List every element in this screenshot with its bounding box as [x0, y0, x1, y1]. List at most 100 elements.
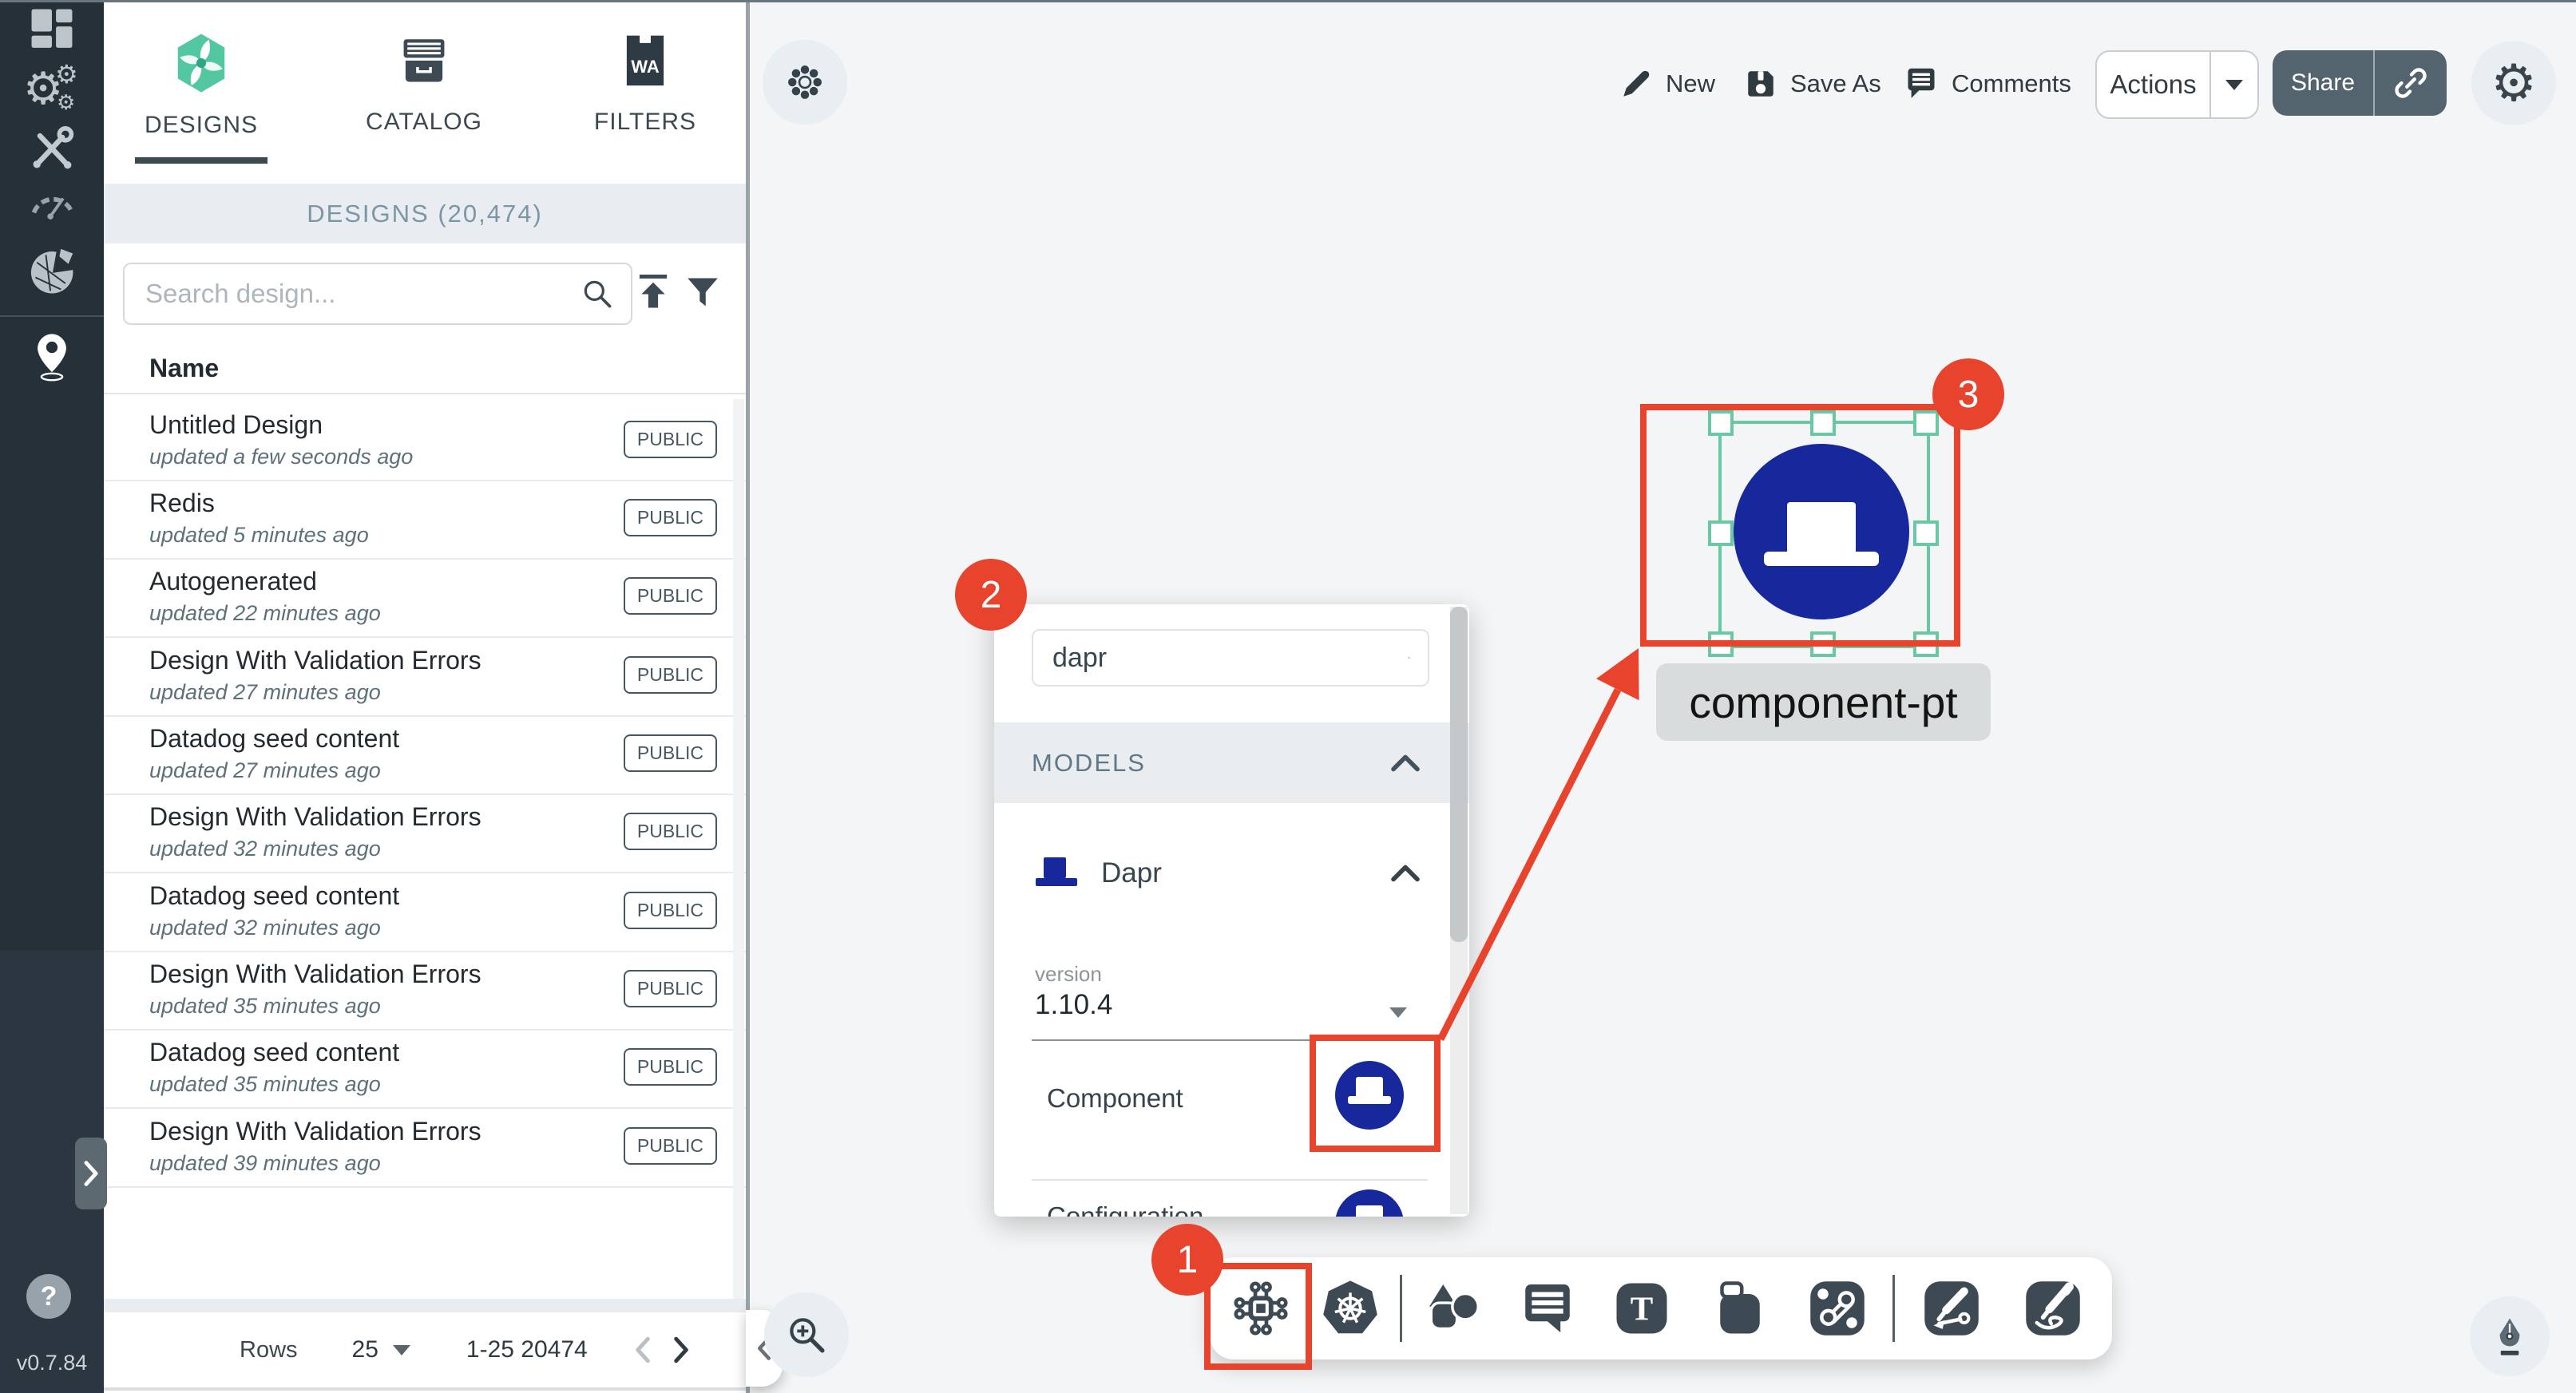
next-page-button[interactable] — [668, 1334, 695, 1366]
prev-page-button[interactable] — [629, 1334, 656, 1366]
zoom-in-icon — [784, 1312, 829, 1357]
design-list-scrollbar[interactable] — [733, 399, 744, 1299]
designs-count-header: DESIGNS (20,474) — [104, 184, 746, 243]
configuration-item-label: Configuration — [1047, 1201, 1203, 1217]
dashboard-grid-icon[interactable] — [26, 4, 77, 55]
design-list-item[interactable]: Redis updated 5 minutes ago PUBLIC — [104, 480, 746, 560]
settings-gears-icon[interactable]: ⚙ ⚙ ⚙ — [26, 65, 77, 116]
component-item-label: Component — [1047, 1083, 1183, 1114]
tab-designs-label: DESIGNS — [145, 112, 258, 139]
rows-per-page-select[interactable]: 25 — [352, 1336, 378, 1363]
save-as-button[interactable]: Save As — [1744, 64, 1881, 104]
annotation-step-2: 2 — [955, 559, 1027, 631]
comments-button[interactable]: Comments — [1904, 64, 2071, 104]
design-list-item[interactable]: Autogenerated updated 22 minutes ago PUB… — [104, 558, 746, 638]
annotation-box-canvas-node — [1640, 404, 1960, 647]
design-search-box[interactable] — [123, 263, 632, 325]
chevron-up-icon[interactable] — [1389, 751, 1421, 775]
upload-design-icon[interactable] — [632, 271, 674, 313]
version-caret-icon[interactable] — [1389, 1007, 1407, 1018]
design-list-item[interactable]: Datadog seed content updated 27 minutes … — [104, 715, 746, 795]
models-section-label: MODELS — [1032, 749, 1389, 778]
performance-gauge-icon[interactable] — [26, 180, 77, 231]
rows-per-page-caret-icon[interactable] — [393, 1345, 410, 1355]
actions-button[interactable]: Actions — [2095, 50, 2259, 119]
visibility-badge: PUBLIC — [624, 499, 717, 536]
svg-text:WA: WA — [631, 57, 660, 77]
sidebar-expand-handle[interactable] — [75, 1138, 107, 1209]
pencil-icon — [1619, 67, 1653, 101]
table-header-divider — [104, 393, 746, 394]
zoom-in-button[interactable] — [764, 1292, 849, 1377]
node-label: component-pt — [1656, 663, 1991, 741]
version-select[interactable]: 1.10.4 — [1035, 989, 1112, 1021]
clear-search-icon[interactable] — [1408, 643, 1410, 672]
text-tool-icon[interactable]: T — [1611, 1278, 1672, 1339]
tab-designs[interactable]: DESIGNS — [113, 32, 289, 160]
pen-mode-button[interactable] — [2470, 1296, 2550, 1376]
annotation-step-3: 3 — [1932, 358, 2004, 430]
chevron-up-icon[interactable] — [1389, 861, 1421, 885]
new-design-button[interactable]: New — [1619, 64, 1715, 104]
tab-catalog[interactable]: CATALOG — [336, 32, 512, 160]
model-item-dapr[interactable]: Dapr — [994, 803, 1469, 943]
note-tool-icon[interactable] — [1710, 1278, 1770, 1339]
kubernetes-icon[interactable] — [1320, 1278, 1381, 1339]
share-button[interactable]: Share — [2273, 50, 2447, 116]
catalog-archive-icon — [394, 32, 454, 91]
model-panel-scrollbar-thumb[interactable] — [1450, 607, 1468, 942]
design-name: Design With Validation Errors — [149, 1117, 482, 1146]
app-sidebar: ⚙ ⚙ ⚙ — [0, 0, 104, 1393]
freehand-pencil-icon[interactable] — [2023, 1278, 2083, 1339]
design-updated: updated 35 minutes ago — [149, 1072, 381, 1097]
version-label: version — [1035, 962, 1102, 987]
toolbar-divider — [1400, 1275, 1402, 1342]
design-list-item[interactable]: Datadog seed content updated 32 minutes … — [104, 873, 746, 952]
annotation-box-component-item — [1310, 1035, 1441, 1152]
link-edge-icon[interactable] — [1807, 1278, 1868, 1339]
copy-link-button[interactable] — [2375, 65, 2447, 101]
svg-text:T: T — [1631, 1291, 1654, 1328]
design-list-item[interactable]: Datadog seed content updated 35 minutes … — [104, 1029, 746, 1109]
dapr-configuration-icon[interactable] — [1335, 1189, 1404, 1217]
visibility-badge: PUBLIC — [624, 577, 717, 615]
comment-icon — [1904, 66, 1939, 101]
meshmap-pin-icon[interactable] — [26, 331, 77, 382]
mesh-dots-button[interactable] — [763, 40, 847, 125]
help-button[interactable]: ? — [26, 1274, 71, 1319]
actions-dropdown-toggle[interactable] — [2211, 80, 2257, 90]
design-updated: updated 27 minutes ago — [149, 758, 381, 783]
shapes-icon[interactable] — [1423, 1278, 1484, 1339]
visibility-badge: PUBLIC — [624, 892, 717, 929]
design-updated: updated a few seconds ago — [149, 445, 413, 469]
component-list-divider — [1032, 1179, 1428, 1181]
design-name: Design With Validation Errors — [149, 646, 482, 675]
comment-bubble-icon[interactable] — [1517, 1278, 1578, 1339]
design-list-item[interactable]: Design With Validation Errors updated 32… — [104, 793, 746, 873]
model-item-dapr-label: Dapr — [1101, 857, 1389, 889]
models-section-header[interactable]: MODELS — [994, 722, 1469, 803]
model-search-box[interactable] — [1032, 629, 1429, 687]
tab-filters-label: FILTERS — [594, 109, 696, 136]
tab-catalog-label: CATALOG — [366, 109, 482, 136]
wasm-filter-icon: WA — [616, 32, 675, 91]
tab-filters[interactable]: WA FILTERS — [557, 32, 733, 160]
help-question-icon: ? — [41, 1281, 57, 1312]
new-design-label: New — [1666, 69, 1715, 98]
panel-resize-divider[interactable] — [746, 0, 750, 1393]
design-list-item[interactable]: Design With Validation Errors updated 39… — [104, 1108, 746, 1188]
window-top-edge — [0, 0, 2576, 2]
visibility-badge: PUBLIC — [624, 421, 717, 458]
model-search-input[interactable] — [1033, 642, 1408, 675]
filter-funnel-icon[interactable] — [682, 271, 723, 313]
visibility-badge: PUBLIC — [624, 1127, 717, 1165]
design-list-item[interactable]: Untitled Design updated a few seconds ag… — [104, 402, 746, 481]
settings-button[interactable]: ⚙ — [2471, 41, 2556, 125]
design-list-item[interactable]: Design With Validation Errors updated 35… — [104, 951, 746, 1031]
arrow-pen-icon[interactable] — [1921, 1278, 1982, 1339]
link-icon — [2392, 65, 2429, 101]
design-search-input[interactable] — [125, 279, 580, 309]
toolkit-crossed-tools-icon[interactable] — [26, 124, 77, 175]
extensions-pie-icon[interactable] — [26, 246, 77, 297]
design-list-item[interactable]: Design With Validation Errors updated 27… — [104, 637, 746, 717]
